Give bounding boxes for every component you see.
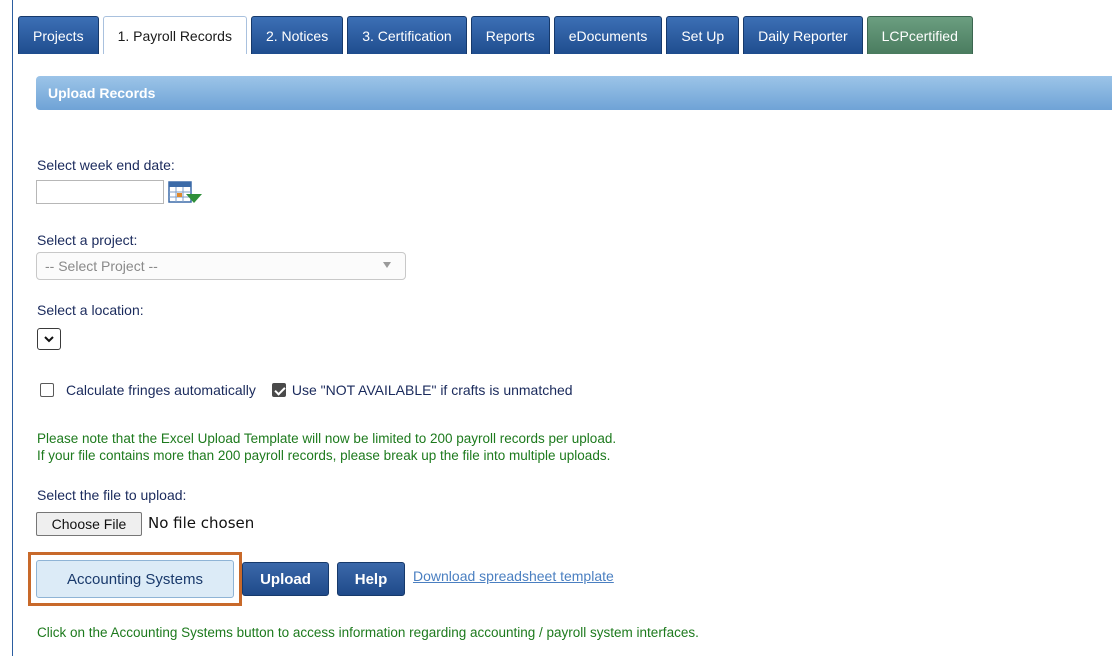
file-label: Select the file to upload: — [37, 487, 187, 503]
upload-button[interactable]: Upload — [242, 562, 329, 596]
chevron-down-icon — [44, 336, 54, 343]
week-end-date-input[interactable] — [36, 180, 164, 204]
no-file-text: No file chosen — [148, 514, 255, 532]
tab-projects[interactable]: Projects — [18, 16, 99, 54]
accounting-info-note: Click on the Accounting Systems button t… — [37, 625, 699, 640]
not-available-checkbox[interactable] — [271, 383, 286, 397]
main-tabs: Projects 1. Payroll Records 2. Notices 3… — [18, 16, 973, 54]
upload-limit-note: Please note that the Excel Upload Templa… — [37, 431, 617, 446]
not-available-label: Use "NOT AVAILABLE" if crafts is unmatch… — [291, 382, 573, 398]
tab-set-up[interactable]: Set Up — [666, 16, 740, 54]
accounting-systems-button[interactable]: Accounting Systems — [36, 560, 234, 598]
calc-fringes-label: Calculate fringes automatically — [66, 382, 256, 398]
tab-notices[interactable]: 2. Notices — [250, 16, 344, 54]
project-select[interactable]: -- Select Project -- — [36, 252, 406, 280]
upload-limit-note-2: If your file contains more than 200 payr… — [37, 448, 611, 463]
calc-fringes-checkbox[interactable] — [40, 383, 54, 397]
choose-file-button[interactable]: Choose File — [36, 512, 142, 536]
tab-edocuments[interactable]: eDocuments — [553, 16, 663, 54]
calendar-icon[interactable] — [168, 181, 204, 205]
tab-reports[interactable]: Reports — [470, 16, 550, 54]
options-row: Calculate fringes automatically Use "NOT… — [40, 380, 573, 400]
section-header: Upload Records — [36, 76, 1112, 110]
download-template-link[interactable]: Download spreadsheet template — [413, 568, 614, 584]
help-button[interactable]: Help — [337, 562, 405, 596]
tab-payroll-records[interactable]: 1. Payroll Records — [102, 16, 247, 54]
tab-daily-reporter[interactable]: Daily Reporter — [743, 16, 863, 54]
tab-lcpcertified[interactable]: LCPcertified — [866, 16, 973, 54]
week-end-label: Select week end date: — [37, 157, 175, 173]
location-label: Select a location: — [37, 302, 144, 318]
section-title: Upload Records — [48, 85, 156, 101]
tab-certification[interactable]: 3. Certification — [347, 16, 467, 54]
project-select-value: -- Select Project -- — [45, 258, 158, 274]
project-label: Select a project: — [37, 232, 138, 248]
location-select[interactable] — [37, 328, 61, 350]
chevron-down-icon — [383, 262, 391, 268]
